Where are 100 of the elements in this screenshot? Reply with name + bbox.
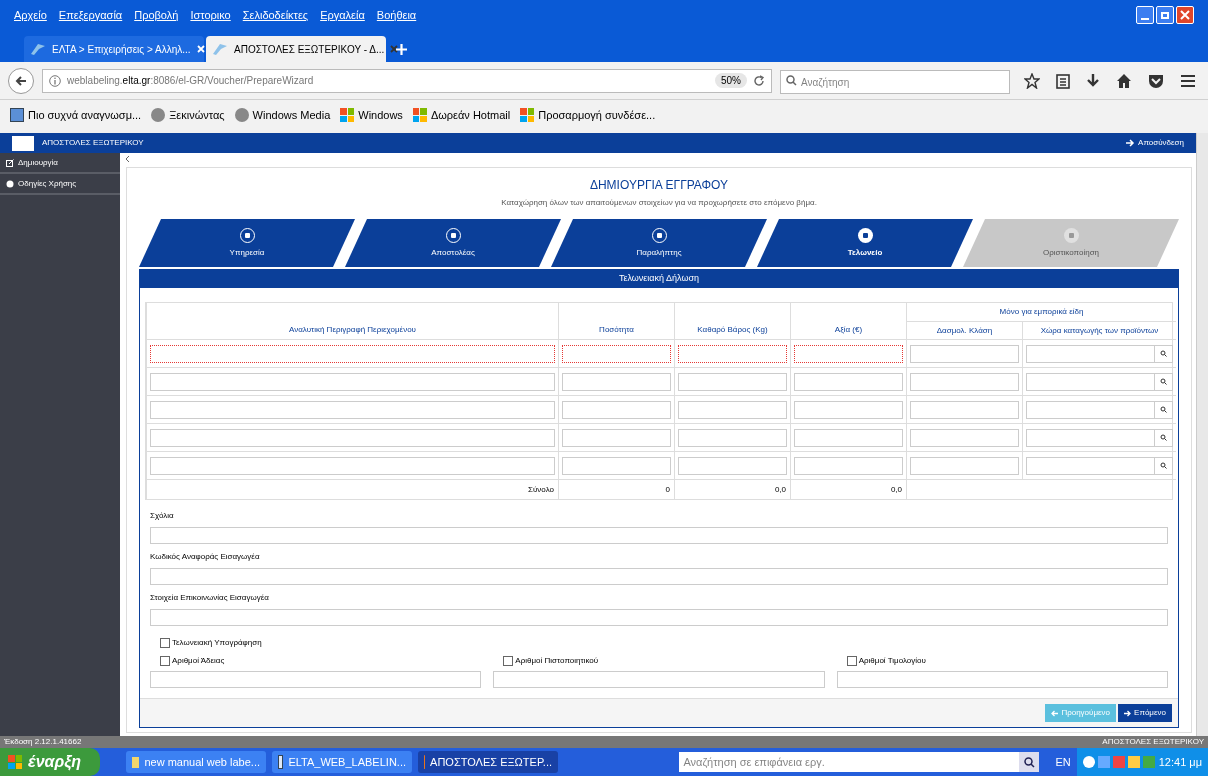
country-field[interactable]: [1026, 428, 1155, 447]
table-input[interactable]: [150, 372, 555, 391]
country-field[interactable]: [1026, 344, 1155, 363]
taskbar-search-field[interactable]: Αναζήτηση σε επιφάνεια εργ.: [679, 752, 1020, 772]
search-field[interactable]: Αναζήτηση: [780, 70, 1010, 94]
zoom-level[interactable]: 50%: [715, 73, 747, 88]
close-button[interactable]: [1176, 6, 1194, 24]
home-icon[interactable]: [1116, 72, 1132, 89]
star-icon[interactable]: [1024, 72, 1040, 89]
page-subtitle: Καταχώρηση όλων των απαιτούμενων στοιχείων για να προχωρήσετε στο επόμενο βήμα.: [501, 197, 817, 209]
table-input[interactable]: [562, 344, 671, 363]
search-button[interactable]: [1019, 752, 1040, 772]
logout-icon: [1126, 139, 1136, 147]
tab-title: ΕΛΤΑ > Επιχειρήσεις > Αλληλ...: [52, 42, 191, 57]
wizard-step[interactable]: Τελωνείο: [757, 219, 973, 267]
bookmark-link[interactable]: Δωρεάν Hotmail: [412, 106, 511, 124]
clipboard-icon[interactable]: [1056, 72, 1070, 89]
table-input[interactable]: [678, 344, 787, 363]
download-icon[interactable]: [1086, 72, 1100, 89]
bookmark-link[interactable]: Προσαρμογή συνδέσε...: [520, 106, 656, 124]
bookmark-link[interactable]: Πιο συχνά αναγνωσμ...: [10, 106, 142, 124]
table-input[interactable]: [910, 344, 1019, 363]
url-field[interactable]: weblabeling.elta.gr:8086/el-GR/Voucher/PrepareWizard 50%: [42, 68, 772, 93]
browser-tab[interactable]: ΕΛΤΑ > Επιχειρήσεις > Αλληλ...: [24, 36, 204, 62]
table-input[interactable]: [910, 400, 1019, 419]
table-input[interactable]: [562, 456, 671, 475]
country-field[interactable]: [1026, 372, 1155, 391]
menu-item[interactable]: Αρχείο: [14, 6, 47, 24]
table-input[interactable]: [150, 428, 555, 447]
table-input[interactable]: [910, 372, 1019, 391]
bookmark-link[interactable]: Windows: [340, 106, 403, 124]
table-input[interactable]: [150, 400, 555, 419]
taskbar-window[interactable]: ΑΠΟΣΤΟΛΕΣ ΕΞΩΤΕΡ...: [418, 751, 558, 773]
menu-item[interactable]: Προβολή: [134, 6, 179, 24]
plus-icon[interactable]: [396, 44, 407, 55]
menu-item[interactable]: Σελιδοδείκτες: [242, 6, 309, 24]
search-page-icon: [10, 108, 24, 122]
logout-link[interactable]: Αποσύνδεση: [1138, 137, 1184, 149]
menu-icon[interactable]: [1180, 73, 1196, 88]
back-button[interactable]: [8, 67, 34, 94]
bookmark-link[interactable]: Ξεκινώντας: [151, 106, 225, 124]
reload-icon[interactable]: [753, 74, 765, 87]
shield-icon[interactable]: [1148, 72, 1164, 89]
search-icon: [1160, 434, 1167, 441]
checkbox[interactable]: [160, 656, 170, 666]
table-input[interactable]: [794, 372, 903, 391]
table-input[interactable]: [678, 456, 787, 475]
globe-icon: [234, 108, 249, 122]
info-icon: [6, 179, 14, 188]
table-input[interactable]: [794, 456, 903, 475]
wizard-step[interactable]: Υπηρεσία: [139, 219, 355, 267]
info-icon: [49, 74, 61, 87]
table-input[interactable]: [562, 400, 671, 419]
checkbox[interactable]: [846, 656, 857, 666]
start-button[interactable]: έναρξη: [0, 748, 100, 776]
table-input[interactable]: [150, 456, 555, 475]
table-input[interactable]: [678, 400, 787, 419]
taskbar-window[interactable]: ELTA_WEB_LABELIN...: [272, 751, 412, 773]
text-field[interactable]: [150, 527, 1168, 544]
number-field[interactable]: [836, 671, 1168, 688]
number-field[interactable]: [493, 671, 825, 688]
total-value: Σύνολο: [528, 483, 554, 496]
taskbar-window[interactable]: new manual web labe...: [126, 751, 266, 773]
bookmark-link[interactable]: Windows Media: [234, 106, 331, 124]
checkbox[interactable]: [160, 638, 170, 648]
checkbox-label: Τελωνειακή Υπογράφηση: [172, 637, 262, 649]
table-input[interactable]: [794, 428, 903, 447]
minimize-button[interactable]: [1136, 6, 1154, 24]
language-indicator[interactable]: EN: [1055, 753, 1071, 771]
restore-button[interactable]: [1156, 6, 1174, 24]
menu-item[interactable]: Ιστορικο: [190, 6, 231, 24]
bird-icon: [212, 42, 228, 56]
table-input[interactable]: [794, 400, 903, 419]
wizard-step[interactable]: Αποστολέας: [345, 219, 561, 267]
country-field[interactable]: [1026, 456, 1155, 475]
wizard-step[interactable]: Παραλήπτης: [551, 219, 767, 267]
checkbox[interactable]: [503, 656, 514, 666]
table-input[interactable]: [794, 344, 903, 363]
clock: 12:41 μμ: [1158, 754, 1202, 770]
table-input[interactable]: [562, 372, 671, 391]
column-group-header: Μόνο για εμπορικά είδη: [999, 306, 1084, 318]
table-input[interactable]: [562, 428, 671, 447]
menu-item[interactable]: Επεξεργασία: [58, 6, 123, 24]
total-value: 0,0: [890, 483, 902, 496]
table-input[interactable]: [150, 344, 555, 363]
country-field[interactable]: [1026, 400, 1155, 419]
next-button[interactable]: Επόμενο: [1118, 704, 1172, 722]
table-input[interactable]: [910, 456, 1019, 475]
text-field[interactable]: [150, 609, 1168, 626]
checkbox-label: Αριθμοί Τιμολογίου: [858, 655, 926, 667]
menu-item[interactable]: Εργαλεία: [320, 6, 365, 24]
search-icon: [1160, 462, 1167, 469]
text-field[interactable]: [150, 568, 1168, 585]
table-input[interactable]: [678, 428, 787, 447]
table-input[interactable]: [678, 372, 787, 391]
chevron-left-icon[interactable]: [124, 155, 130, 163]
menu-item[interactable]: Βοήθεια: [376, 6, 417, 24]
close-icon[interactable]: [390, 45, 399, 53]
number-field[interactable]: [150, 671, 482, 688]
table-input[interactable]: [910, 428, 1019, 447]
